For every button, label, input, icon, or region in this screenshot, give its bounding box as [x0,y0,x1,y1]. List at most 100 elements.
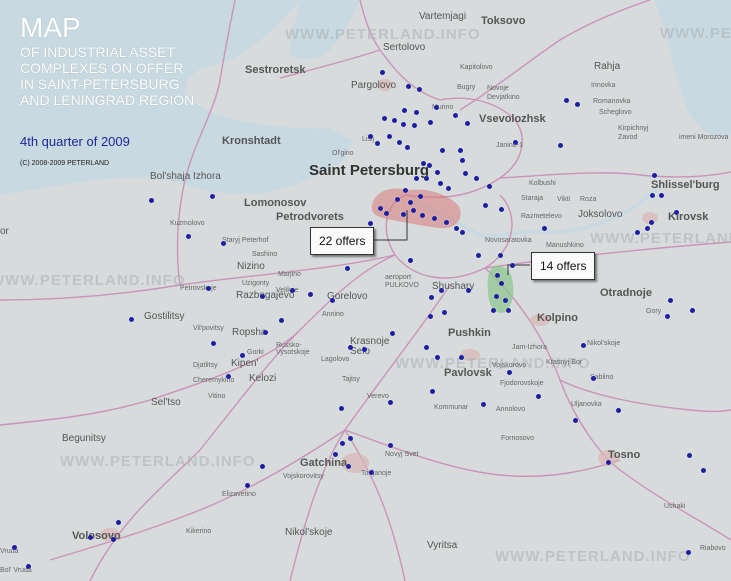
offer-marker[interactable] [362,347,367,352]
offer-marker[interactable] [558,143,563,148]
offer-marker[interactable] [260,294,265,299]
offer-marker[interactable] [88,535,93,540]
offer-marker[interactable] [432,216,437,221]
offer-marker[interactable] [458,148,463,153]
offer-marker[interactable] [368,221,373,226]
offer-marker[interactable] [542,226,547,231]
offer-marker[interactable] [444,220,449,225]
offer-marker[interactable] [650,193,655,198]
offer-marker[interactable] [12,545,17,550]
offer-marker[interactable] [411,208,416,213]
offer-marker[interactable] [474,176,479,181]
offer-marker[interactable] [186,234,191,239]
offer-marker[interactable] [221,241,226,246]
offer-marker[interactable] [406,84,411,89]
offer-marker[interactable] [388,443,393,448]
offer-marker[interactable] [403,188,408,193]
offer-marker[interactable] [380,70,385,75]
offer-marker[interactable] [382,116,387,121]
offer-marker[interactable] [460,230,465,235]
offer-marker[interactable] [339,406,344,411]
offer-marker[interactable] [412,123,417,128]
offer-marker[interactable] [346,464,351,469]
offer-marker[interactable] [211,341,216,346]
offer-marker[interactable] [424,345,429,350]
offer-marker[interactable] [435,355,440,360]
offer-marker[interactable] [387,134,392,139]
offer-marker[interactable] [575,102,580,107]
offer-marker[interactable] [435,170,440,175]
offer-marker[interactable] [564,98,569,103]
offer-marker[interactable] [591,376,596,381]
offer-marker[interactable] [481,402,486,407]
offer-marker[interactable] [440,148,445,153]
offer-marker[interactable] [510,263,515,268]
offer-marker[interactable] [606,460,611,465]
offer-marker[interactable] [384,211,389,216]
offer-marker[interactable] [129,317,134,322]
offer-marker[interactable] [149,198,154,203]
offer-marker[interactable] [418,194,423,199]
offer-marker[interactable] [290,288,295,293]
offer-marker[interactable] [498,253,503,258]
offer-marker[interactable] [438,181,443,186]
offer-marker[interactable] [649,220,654,225]
offer-marker[interactable] [652,173,657,178]
offer-marker[interactable] [408,258,413,263]
offer-marker[interactable] [487,184,492,189]
offer-marker[interactable] [499,207,504,212]
offer-marker[interactable] [476,253,481,258]
offer-marker[interactable] [427,163,432,168]
offer-marker[interactable] [463,171,468,176]
offer-marker[interactable] [263,330,268,335]
offer-marker[interactable] [665,314,670,319]
offer-marker[interactable] [408,200,413,205]
offer-marker[interactable] [513,140,518,145]
offer-marker[interactable] [690,308,695,313]
map-canvas[interactable]: WWW.PETERLAND.INFO WWW.PETERLAND.INFO WW… [0,0,731,581]
offer-marker[interactable] [645,226,650,231]
offer-marker[interactable] [573,418,578,423]
offer-marker[interactable] [395,197,400,202]
offer-marker[interactable] [428,314,433,319]
offer-marker[interactable] [494,294,499,299]
offer-marker[interactable] [348,436,353,441]
offer-marker[interactable] [434,105,439,110]
offer-marker[interactable] [460,158,465,163]
offer-marker[interactable] [308,292,313,297]
offer-marker[interactable] [414,176,419,181]
offer-marker[interactable] [465,121,470,126]
offer-marker[interactable] [495,273,500,278]
offer-marker[interactable] [429,295,434,300]
offer-marker[interactable] [536,394,541,399]
offer-marker[interactable] [687,453,692,458]
offer-marker[interactable] [390,331,395,336]
offer-marker[interactable] [459,355,464,360]
offer-marker[interactable] [506,308,511,313]
offer-marker[interactable] [424,176,429,181]
offer-marker[interactable] [414,110,419,115]
offer-marker[interactable] [345,266,350,271]
offer-marker[interactable] [375,141,380,146]
offer-marker[interactable] [421,161,426,166]
offers-callout-kolpino[interactable]: 14 offers [531,252,596,280]
offer-marker[interactable] [446,186,451,191]
offer-marker[interactable] [401,122,406,127]
offer-marker[interactable] [333,452,338,457]
offer-marker[interactable] [206,286,211,291]
offer-marker[interactable] [116,520,121,525]
offer-marker[interactable] [226,374,231,379]
offer-marker[interactable] [442,310,447,315]
offer-marker[interactable] [26,564,31,569]
offer-marker[interactable] [392,118,397,123]
offer-marker[interactable] [260,464,265,469]
offer-marker[interactable] [483,203,488,208]
offer-marker[interactable] [401,212,406,217]
offer-marker[interactable] [686,550,691,555]
offer-marker[interactable] [378,206,383,211]
offer-marker[interactable] [635,230,640,235]
offer-marker[interactable] [503,298,508,303]
offers-callout-spb[interactable]: 22 offers [310,227,375,255]
offer-marker[interactable] [453,113,458,118]
offer-marker[interactable] [466,288,471,293]
